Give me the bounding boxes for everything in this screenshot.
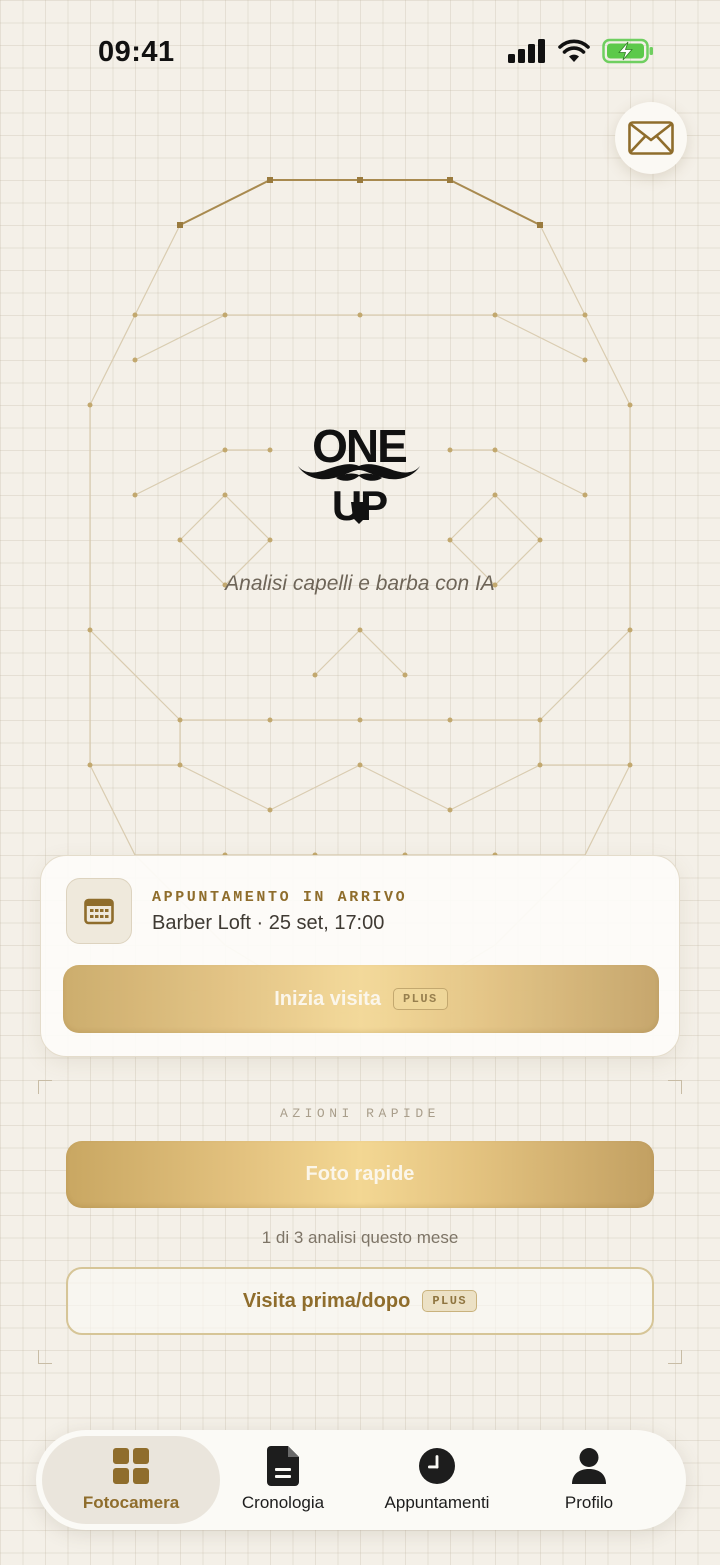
nav-item-fotocamera[interactable]: Fotocamera	[42, 1436, 220, 1524]
envelope-icon	[628, 121, 674, 155]
quick-actions-heading: AZIONI RAPIDE	[280, 1106, 440, 1121]
bottom-nav: Fotocamera Cronologia Appuntamenti Profi…	[36, 1430, 686, 1530]
frame-corner-bottom-right	[668, 1350, 682, 1364]
plus-badge: PLUS	[392, 988, 448, 1010]
frame-corner-top-left	[38, 1080, 52, 1094]
nav-label: Cronologia	[241, 1493, 325, 1512]
before-after-label: Visita prima/dopo	[242, 1289, 411, 1312]
nav-label: Fotocamera	[82, 1493, 180, 1512]
appointment-heading: APPUNTAMENTO IN ARRIVO	[152, 889, 408, 906]
start-visit-button[interactable]: Inizia visita PLUS	[63, 965, 659, 1033]
tagline: Analisi capelli e barba con IA	[225, 572, 495, 595]
app-logo: ONE UP	[298, 420, 420, 528]
nav-label: Appuntamenti	[384, 1493, 490, 1512]
analysis-quota-text: 1 di 3 analisi questo mese	[261, 1228, 459, 1247]
person-icon	[571, 1447, 607, 1485]
frame-corner-top-right	[668, 1080, 682, 1094]
before-after-visit-button[interactable]: Visita prima/dopo PLUS	[66, 1267, 654, 1335]
appointment-icon-box	[66, 878, 132, 944]
nav-label: Profilo	[564, 1493, 614, 1512]
battery-charging-icon	[602, 38, 653, 64]
nav-item-cronologia[interactable]: Cronologia	[220, 1436, 346, 1524]
nav-item-appuntamenti[interactable]: Appuntamenti	[362, 1436, 512, 1524]
frame-corner-bottom-left	[38, 1350, 52, 1364]
plus-badge: PLUS	[422, 1290, 478, 1312]
calendar-icon	[84, 898, 114, 925]
logo-text-one: ONE	[312, 420, 406, 472]
inbox-button[interactable]	[615, 102, 687, 174]
status-time: 09:41	[98, 36, 175, 68]
document-icon	[265, 1446, 301, 1486]
wifi-icon	[558, 39, 590, 62]
status-icons	[508, 38, 654, 64]
appointment-detail: Barber Loft · 25 set, 17:00	[152, 912, 385, 934]
cellular-signal-icon	[508, 39, 545, 63]
grid-icon	[113, 1447, 149, 1485]
quick-photos-label: Foto rapide	[305, 1163, 415, 1185]
quick-photos-button[interactable]: Foto rapide	[66, 1141, 654, 1208]
upcoming-appointment-card[interactable]: APPUNTAMENTO IN ARRIVO Barber Loft · 25 …	[40, 855, 680, 1057]
start-visit-label: Inizia visita	[274, 987, 381, 1010]
clock-icon	[419, 1447, 455, 1485]
nav-item-profilo[interactable]: Profilo	[528, 1436, 650, 1524]
